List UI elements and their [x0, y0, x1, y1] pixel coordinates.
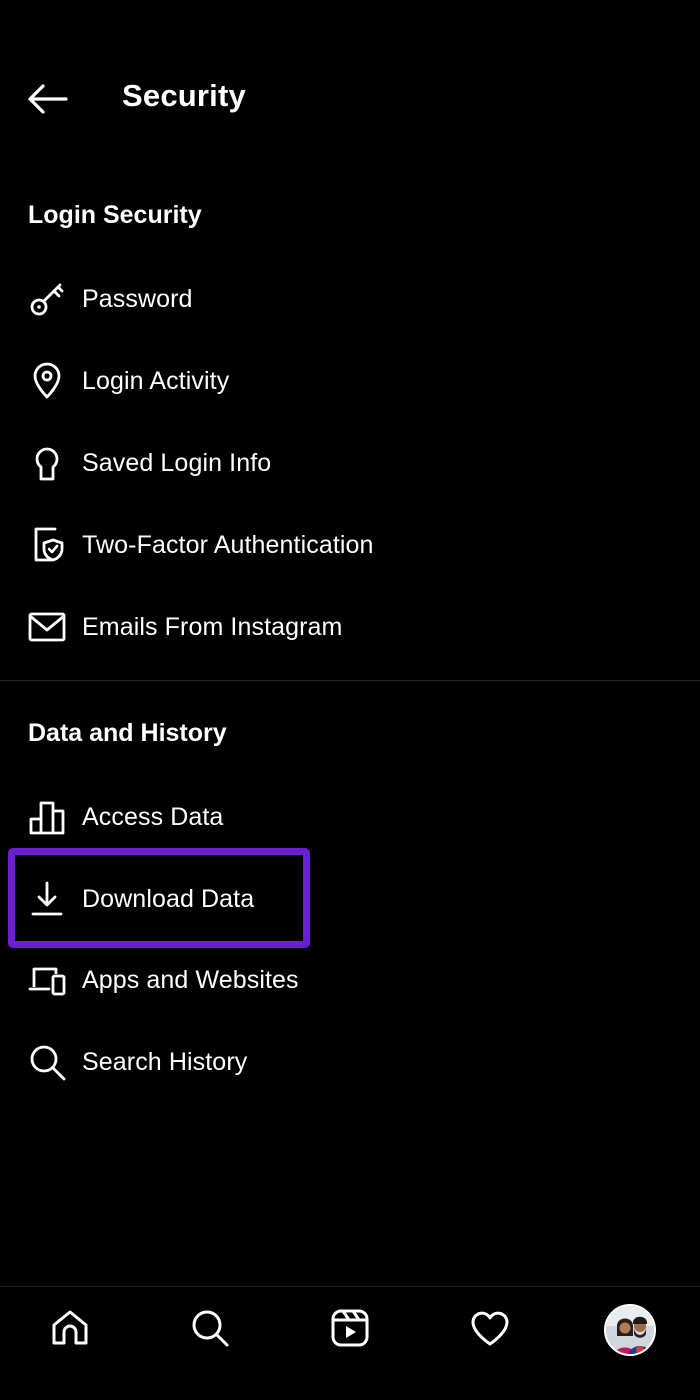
menu-item-saved-login-info[interactable]: Saved Login Info — [0, 425, 700, 501]
download-icon — [26, 878, 68, 920]
menu-item-emails-from-instagram[interactable]: Emails From Instagram — [0, 589, 700, 665]
menu-item-apps-and-websites[interactable]: Apps and Websites — [0, 942, 700, 1018]
menu-item-label: Search History — [82, 1047, 248, 1076]
nav-activity-button[interactable] — [467, 1305, 513, 1351]
home-icon — [52, 1310, 88, 1345]
menu-item-label: Access Data — [82, 802, 224, 831]
keyhole-icon — [26, 442, 68, 484]
menu-item-access-data[interactable]: Access Data — [0, 779, 700, 855]
menu-item-two-factor-authentication[interactable]: Two-Factor Authentication — [0, 507, 700, 583]
nav-search-button[interactable] — [187, 1305, 233, 1351]
location-pin-icon — [26, 360, 68, 402]
nav-profile-avatar[interactable] — [604, 1304, 656, 1356]
section-title-login-security: Login Security — [28, 201, 202, 229]
search-icon — [26, 1041, 68, 1083]
section-title-data-and-history: Data and History — [28, 719, 227, 747]
menu-item-password[interactable]: Password — [0, 261, 700, 337]
nav-home-button[interactable] — [47, 1305, 93, 1351]
page-title: Security — [122, 78, 246, 113]
menu-item-label: Apps and Websites — [82, 965, 299, 994]
back-button[interactable] — [22, 76, 72, 122]
menu-item-label: Login Activity — [82, 366, 230, 395]
menu-item-label: Emails From Instagram — [82, 612, 343, 641]
search-icon — [192, 1310, 229, 1347]
arrow-left-icon — [28, 84, 68, 114]
bottom-navigation-bar — [0, 1286, 700, 1400]
heart-icon — [471, 1311, 509, 1346]
mail-icon — [26, 606, 68, 648]
menu-item-label: Password — [82, 284, 193, 313]
section-divider — [0, 680, 700, 681]
menu-item-label: Two-Factor Authentication — [82, 530, 374, 559]
bar-chart-icon — [26, 796, 68, 838]
top-app-bar: Security — [0, 0, 700, 195]
menu-item-label: Download Data — [82, 884, 255, 913]
nav-reels-button[interactable] — [327, 1305, 373, 1351]
key-icon — [26, 278, 68, 320]
menu-item-download-data[interactable]: Download Data — [0, 861, 700, 937]
reels-icon — [331, 1309, 369, 1347]
menu-item-label: Saved Login Info — [82, 448, 272, 477]
menu-item-search-history[interactable]: Search History — [0, 1024, 700, 1100]
devices-icon — [26, 959, 68, 1001]
shield-check-icon — [26, 524, 68, 566]
menu-item-login-activity[interactable]: Login Activity — [0, 343, 700, 419]
